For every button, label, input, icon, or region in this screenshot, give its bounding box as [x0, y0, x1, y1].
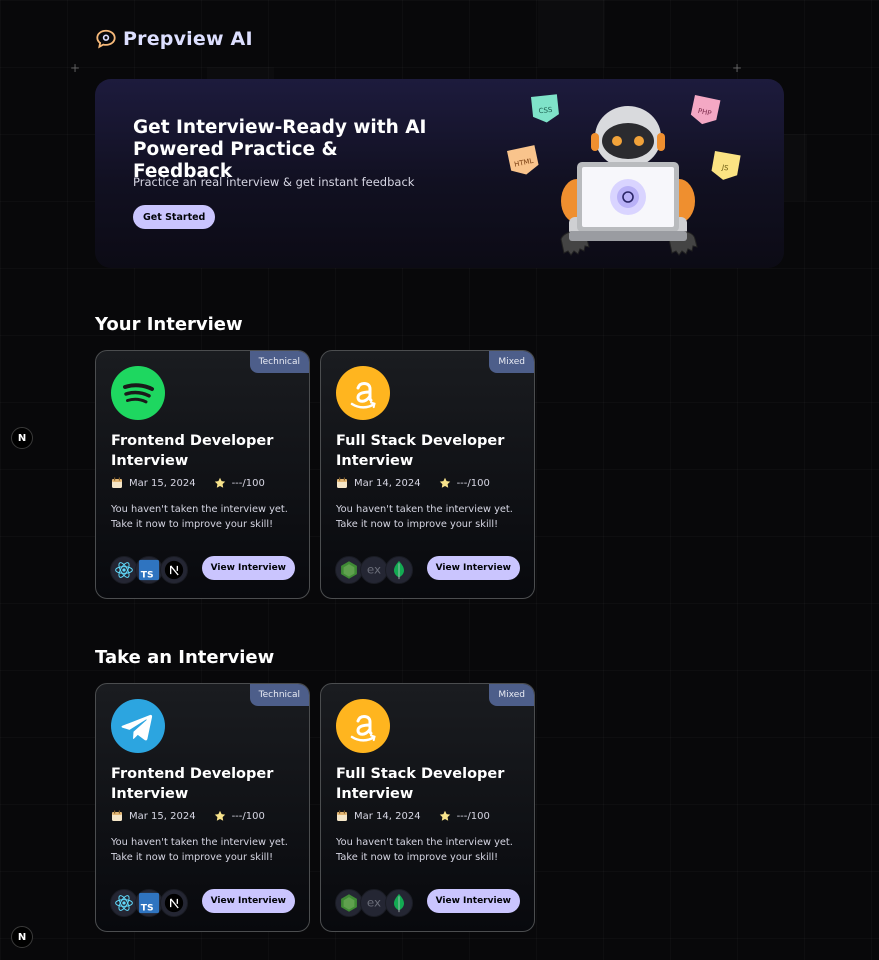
interview-meta: Mar 15, 2024 ---/100 [111, 810, 265, 822]
spotify-icon [111, 366, 165, 420]
interview-date: Mar 15, 2024 [129, 810, 196, 822]
interview-date: Mar 14, 2024 [354, 810, 421, 822]
interview-description: You haven't taken the interview yet. Tak… [336, 837, 513, 863]
nextjs-icon [160, 889, 188, 917]
interview-title: Full Stack Developer Interview [336, 766, 505, 802]
css-sticker-icon: CSS [531, 94, 559, 123]
interview-card[interactable]: Mixed Full Stack Developer Interview Mar 1… [320, 683, 535, 932]
interview-date: Mar 14, 2024 [354, 477, 421, 489]
tech-stack: TS [110, 556, 188, 584]
tech-stack: ex [335, 889, 413, 917]
interview-type-badge: Technical [249, 684, 309, 706]
express-icon: ex [360, 889, 388, 917]
express-label: ex [367, 563, 381, 577]
telegram-icon [111, 699, 165, 753]
nextjs-dev-indicator[interactable]: N [11, 427, 33, 449]
interview-meta: Mar 14, 2024 ---/100 [336, 810, 490, 822]
calendar-icon [112, 810, 122, 821]
nodejs-icon [335, 889, 363, 917]
tech-stack: TS [110, 889, 188, 917]
hero-banner: Get Interview-Ready with AI Powered Prac… [95, 79, 784, 268]
php-sticker-icon: PHP [690, 95, 721, 125]
react-icon [110, 556, 138, 584]
typescript-label: TS [141, 569, 154, 580]
typescript-label: TS [141, 902, 154, 913]
sparkle-icon: + [70, 61, 81, 75]
interview-description: You haven't taken the interview yet. Tak… [336, 504, 513, 530]
star-icon [214, 477, 225, 488]
nextjs-dev-indicator[interactable]: N [11, 926, 33, 948]
get-started-button[interactable]: Get Started [133, 205, 216, 229]
interview-card[interactable]: Technical Frontend Developer Interview Mar… [95, 350, 310, 599]
star-icon [214, 810, 225, 821]
interview-score: ---/100 [456, 810, 490, 822]
interview-card[interactable]: Technical Frontend Developer Interview Mar… [95, 683, 310, 932]
interview-description: You haven't taken the interview yet. Tak… [111, 837, 288, 863]
calendar-icon [337, 477, 347, 488]
interview-meta: Mar 15, 2024 ---/100 [111, 477, 265, 489]
amazon-icon [336, 366, 390, 420]
express-label: ex [367, 896, 381, 910]
tech-stack: ex [335, 556, 413, 584]
interview-type-badge: Mixed [489, 684, 534, 706]
css-sticker-label: CSS [538, 106, 553, 115]
interview-score: ---/100 [231, 477, 265, 489]
star-icon [439, 477, 450, 488]
interview-score: ---/100 [231, 810, 265, 822]
star-icon [439, 810, 450, 821]
calendar-icon [337, 810, 347, 821]
calendar-icon [112, 477, 122, 488]
section-title-take-interview: Take an Interview [95, 647, 275, 668]
hero-title: Get Interview-Ready with AI Powered Prac… [133, 117, 427, 182]
background-block [538, 0, 605, 67]
view-interview-button[interactable]: View Interview [426, 889, 520, 913]
interview-meta: Mar 14, 2024 ---/100 [336, 477, 490, 489]
section-title-your-interview: Your Interview [95, 314, 243, 335]
app-name: Prepview AI [123, 28, 253, 50]
interview-score: ---/100 [456, 477, 490, 489]
interview-card[interactable]: Mixed Full Stack Developer Interview Mar 1… [320, 350, 535, 599]
interview-type-badge: Technical [249, 351, 309, 373]
express-icon: ex [360, 556, 388, 584]
html-sticker-icon: HTML [507, 145, 539, 175]
nodejs-icon [335, 556, 363, 584]
js-sticker-icon: JS [711, 151, 741, 180]
nextjs-icon [160, 556, 188, 584]
hero-subtitle: Practice an real interview & get instant… [133, 175, 415, 189]
typescript-icon: TS [135, 889, 163, 917]
react-icon [110, 889, 138, 917]
app-logo[interactable]: Prepview AI [95, 28, 253, 50]
chat-bubble-logo-icon [96, 29, 116, 49]
sparkle-icon: + [732, 61, 743, 75]
view-interview-button[interactable]: View Interview [201, 556, 295, 580]
view-interview-button[interactable]: View Interview [201, 889, 295, 913]
interview-title: Frontend Developer Interview [111, 433, 274, 469]
interview-type-badge: Mixed [489, 351, 534, 373]
amazon-icon [336, 699, 390, 753]
robot-illustration: CSS PHP HTML JS [507, 94, 741, 256]
interview-title: Full Stack Developer Interview [336, 433, 505, 469]
view-interview-button[interactable]: View Interview [426, 556, 520, 580]
mongodb-icon [385, 889, 413, 917]
interview-title: Frontend Developer Interview [111, 766, 274, 802]
interview-description: You haven't taken the interview yet. Tak… [111, 504, 288, 530]
interview-date: Mar 15, 2024 [129, 477, 196, 489]
typescript-icon: TS [135, 556, 163, 584]
mongodb-icon [385, 556, 413, 584]
